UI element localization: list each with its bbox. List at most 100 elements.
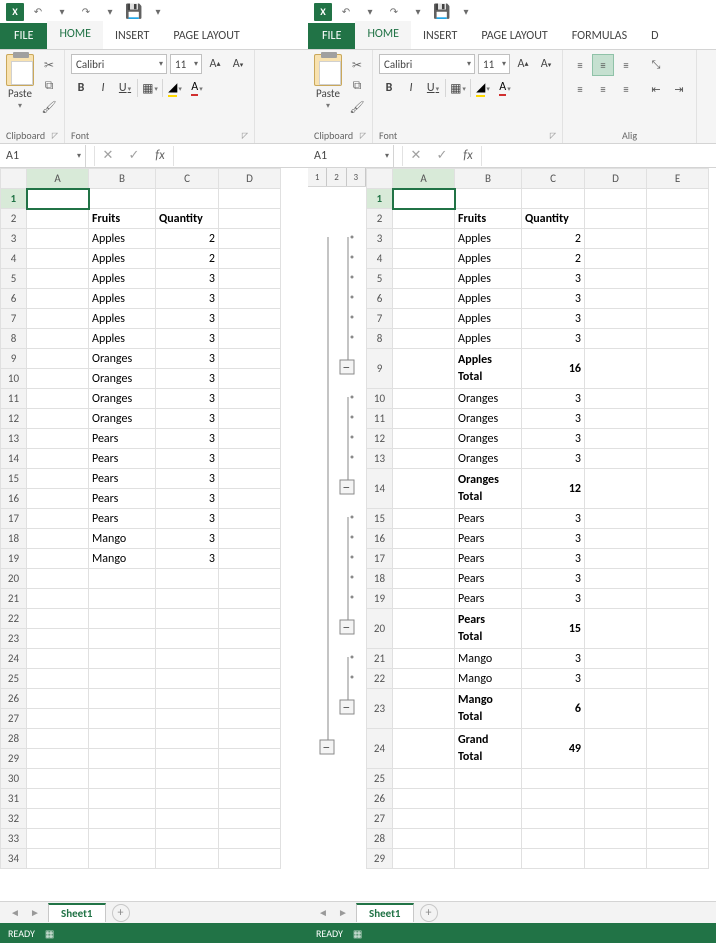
tab-insert[interactable]: INSERT: [411, 23, 469, 49]
cell-A6[interactable]: [27, 289, 89, 309]
cell-D17[interactable]: [219, 509, 281, 529]
row-header-26[interactable]: 26: [1, 689, 27, 709]
cell-A25[interactable]: [27, 669, 89, 689]
cell-E10[interactable]: [647, 389, 709, 409]
cell-A13[interactable]: [393, 449, 455, 469]
cell-D14[interactable]: [219, 449, 281, 469]
cell-E16[interactable]: [647, 529, 709, 549]
cell-D16[interactable]: [585, 529, 647, 549]
border-button[interactable]: ▦▾: [448, 78, 468, 98]
cell-E21[interactable]: [647, 649, 709, 669]
column-header-E[interactable]: E: [647, 169, 709, 189]
row-header-13[interactable]: 13: [1, 429, 27, 449]
cell-C7[interactable]: 3: [522, 309, 585, 329]
row-header-16[interactable]: 16: [367, 529, 393, 549]
cell-A10[interactable]: [27, 369, 89, 389]
cell-B6[interactable]: Apples: [455, 289, 522, 309]
cell-A24[interactable]: [27, 649, 89, 669]
redo-button[interactable]: ↷: [384, 3, 404, 21]
cell-E17[interactable]: [647, 549, 709, 569]
cell-C3[interactable]: 2: [522, 229, 585, 249]
cell-C21[interactable]: 3: [522, 649, 585, 669]
cell-D13[interactable]: [585, 449, 647, 469]
cell-C31[interactable]: [156, 789, 219, 809]
row-header-4[interactable]: 4: [1, 249, 27, 269]
row-header-12[interactable]: 12: [1, 409, 27, 429]
cell-B5[interactable]: Apples: [89, 269, 156, 289]
cell-C15[interactable]: 3: [522, 509, 585, 529]
cell-A25[interactable]: [393, 769, 455, 789]
sheet-tab-sheet1[interactable]: Sheet1: [356, 903, 414, 922]
cell-C34[interactable]: [156, 849, 219, 869]
row-header-16[interactable]: 16: [1, 489, 27, 509]
cell-C6[interactable]: 3: [522, 289, 585, 309]
cell-B9[interactable]: Oranges: [89, 349, 156, 369]
select-all-cell[interactable]: [367, 169, 393, 189]
cell-D12[interactable]: [585, 429, 647, 449]
undo-dropdown-icon[interactable]: ▾: [52, 3, 72, 21]
row-header-14[interactable]: 14: [367, 469, 393, 509]
cell-E18[interactable]: [647, 569, 709, 589]
cell-A8[interactable]: [27, 329, 89, 349]
cell-D22[interactable]: [219, 609, 281, 629]
row-header-10[interactable]: 10: [367, 389, 393, 409]
border-button[interactable]: ▦▾: [140, 78, 160, 98]
decrease-indent-button[interactable]: ⇤: [645, 78, 667, 100]
cell-D19[interactable]: [585, 589, 647, 609]
italic-button[interactable]: I: [93, 78, 113, 98]
cell-D22[interactable]: [585, 669, 647, 689]
row-header-8[interactable]: 8: [367, 329, 393, 349]
row-header-29[interactable]: 29: [367, 849, 393, 869]
cell-B16[interactable]: Pears: [89, 489, 156, 509]
row-header-21[interactable]: 21: [1, 589, 27, 609]
cell-A9[interactable]: [27, 349, 89, 369]
sheet-nav-next[interactable]: ►: [336, 906, 350, 919]
macro-record-icon[interactable]: ▦: [45, 927, 54, 940]
cell-B23[interactable]: [89, 629, 156, 649]
cell-E12[interactable]: [647, 429, 709, 449]
row-header-17[interactable]: 17: [1, 509, 27, 529]
cell-B14[interactable]: Pears: [89, 449, 156, 469]
cell-B3[interactable]: Apples: [89, 229, 156, 249]
cell-C8[interactable]: 3: [156, 329, 219, 349]
cell-D15[interactable]: [585, 509, 647, 529]
cell-B23[interactable]: MangoTotal: [455, 689, 522, 729]
row-header-29[interactable]: 29: [1, 749, 27, 769]
cell-B29[interactable]: [455, 849, 522, 869]
cell-C10[interactable]: 3: [156, 369, 219, 389]
row-header-21[interactable]: 21: [367, 649, 393, 669]
row-header-5[interactable]: 5: [1, 269, 27, 289]
cell-A31[interactable]: [27, 789, 89, 809]
cell-E27[interactable]: [647, 809, 709, 829]
cell-A16[interactable]: [27, 489, 89, 509]
tab-formulas[interactable]: FORMULAS: [560, 23, 639, 49]
cell-C9[interactable]: 16: [522, 349, 585, 389]
cut-button[interactable]: ✂: [348, 56, 366, 74]
increase-font-button[interactable]: A▴: [205, 54, 225, 74]
tab-data-partial[interactable]: D: [639, 23, 670, 49]
cell-B7[interactable]: Apples: [455, 309, 522, 329]
cell-C12[interactable]: 3: [522, 429, 585, 449]
row-header-31[interactable]: 31: [1, 789, 27, 809]
outline-level-1[interactable]: 1: [308, 168, 327, 186]
cell-A30[interactable]: [27, 769, 89, 789]
cell-C1[interactable]: [522, 189, 585, 209]
column-header-C[interactable]: C: [522, 169, 585, 189]
cell-D29[interactable]: [219, 749, 281, 769]
row-header-11[interactable]: 11: [367, 409, 393, 429]
grid-right[interactable]: ABCDE12FruitsQuantity3Apples24Apples25Ap…: [366, 168, 716, 901]
row-header-6[interactable]: 6: [1, 289, 27, 309]
row-header-9[interactable]: 9: [1, 349, 27, 369]
cell-A2[interactable]: [393, 209, 455, 229]
row-header-25[interactable]: 25: [1, 669, 27, 689]
cell-B19[interactable]: Pears: [455, 589, 522, 609]
cell-A19[interactable]: [27, 549, 89, 569]
cell-D18[interactable]: [585, 569, 647, 589]
cell-A12[interactable]: [393, 429, 455, 449]
cell-B22[interactable]: [89, 609, 156, 629]
cell-C1[interactable]: [156, 189, 219, 209]
undo-dropdown-icon[interactable]: ▾: [360, 3, 380, 21]
cell-B19[interactable]: Mango: [89, 549, 156, 569]
cell-A9[interactable]: [393, 349, 455, 389]
cell-C13[interactable]: 3: [522, 449, 585, 469]
